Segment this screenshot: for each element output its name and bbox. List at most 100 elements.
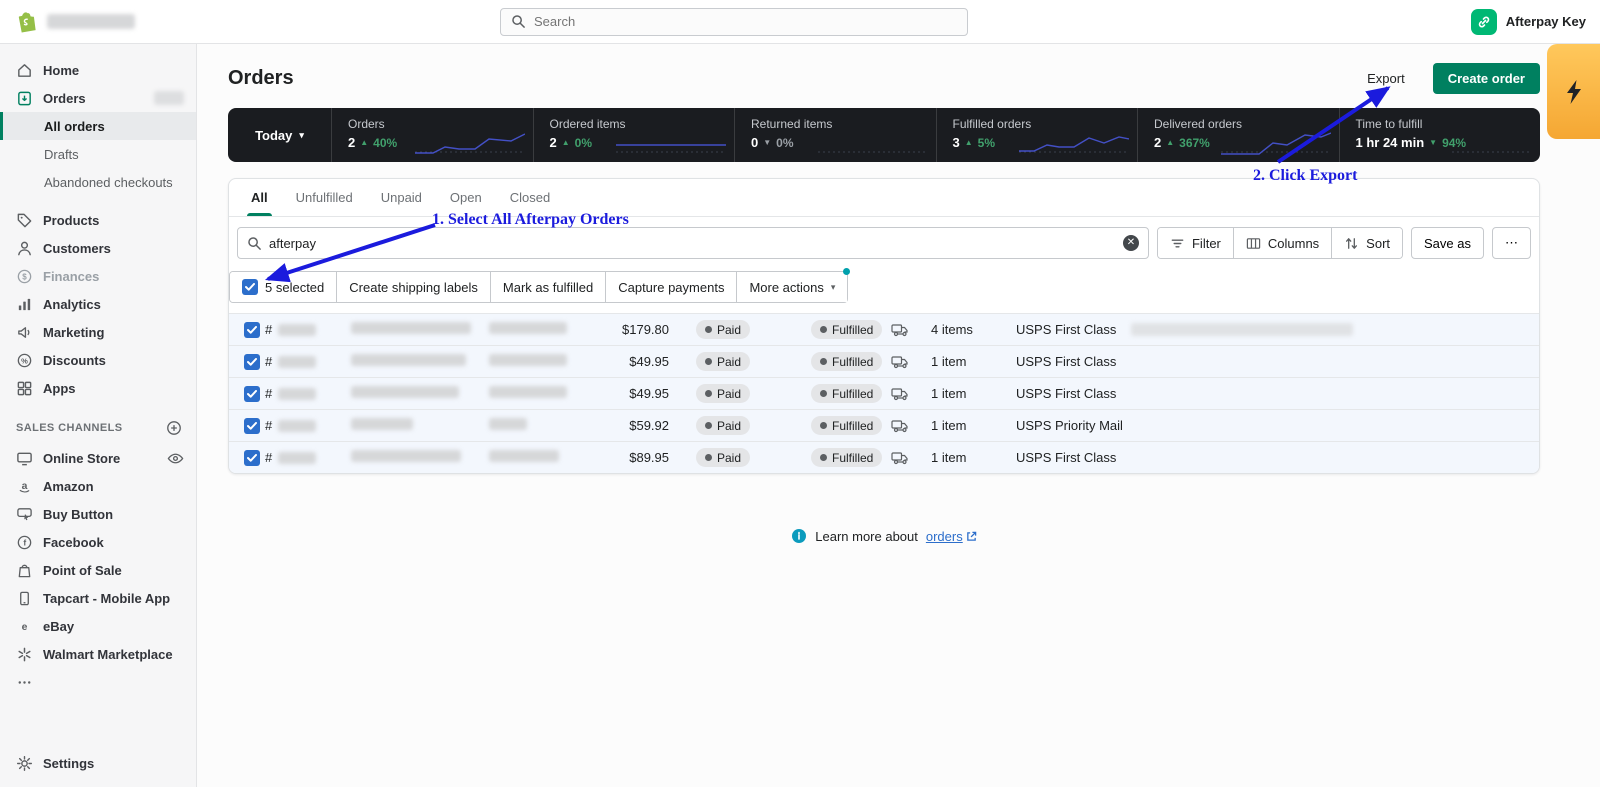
- sidebar-item-point-of-sale[interactable]: Point of Sale: [0, 556, 196, 584]
- order-total: $49.95: [589, 354, 669, 369]
- sidebar-item-drafts[interactable]: Drafts: [0, 140, 196, 168]
- payment-status-badge: Paid: [696, 352, 750, 371]
- search-icon: [511, 14, 526, 29]
- svg-text:%: %: [21, 356, 28, 365]
- sidebar-item-all-orders[interactable]: All orders: [0, 112, 196, 140]
- sidebar-item-apps[interactable]: Apps: [0, 374, 196, 402]
- order-total: $89.95: [589, 450, 669, 465]
- row-checkbox[interactable]: [244, 322, 260, 338]
- add-channel-icon[interactable]: [166, 420, 182, 436]
- items-count: 1 item: [931, 450, 1016, 465]
- preview-eye-icon[interactable]: [167, 450, 184, 467]
- delivery-truck-icon: [891, 419, 909, 433]
- row-checkbox[interactable]: [244, 418, 260, 434]
- sidebar-item-discounts[interactable]: % Discounts: [0, 346, 196, 374]
- svg-text:$: $: [22, 272, 27, 281]
- trend-up-icon: ▲: [1166, 139, 1174, 147]
- afterpay-key-widget[interactable]: Afterpay Key: [1471, 9, 1586, 35]
- sidebar-item-products[interactable]: Products: [0, 206, 196, 234]
- fulfillment-status-badge: Fulfilled: [811, 352, 882, 371]
- sidebar-item-abandoned-checkouts[interactable]: Abandoned checkouts: [0, 168, 196, 196]
- tab-open[interactable]: Open: [436, 179, 496, 216]
- trend-down-icon: ▼: [1429, 139, 1437, 147]
- marketing-icon: [16, 324, 33, 341]
- select-all-checkbox[interactable]: [242, 279, 258, 295]
- clear-search-icon[interactable]: ✕: [1123, 235, 1139, 251]
- row-checkbox[interactable]: [244, 386, 260, 402]
- sidebar-item-tapcart[interactable]: Tapcart - Mobile App: [0, 584, 196, 612]
- sidebar-item-amazon[interactable]: a Amazon: [0, 472, 196, 500]
- items-count: 4 items: [931, 322, 1016, 337]
- global-search[interactable]: [500, 8, 968, 36]
- filter-button[interactable]: Filter: [1158, 228, 1233, 258]
- row-checkbox[interactable]: [244, 354, 260, 370]
- table-row[interactable]: # $49.95 Paid Fulfilled 1 item USPS Firs…: [229, 377, 1539, 409]
- orders-learn-more-link[interactable]: orders: [926, 529, 977, 544]
- save-as-button[interactable]: Save as: [1411, 227, 1484, 259]
- period-selector[interactable]: Today ▾: [228, 108, 332, 162]
- bulk-actions-bar: 5 selected Create shipping labels Mark a…: [229, 265, 1539, 313]
- overflow-menu-button[interactable]: ⋯: [1492, 227, 1531, 259]
- sidebar-item-orders[interactable]: Orders: [0, 84, 196, 112]
- table-row[interactable]: # $59.92 Paid Fulfilled 1 item USPS Prio…: [229, 409, 1539, 441]
- customers-icon: [16, 240, 33, 257]
- export-button[interactable]: Export: [1367, 71, 1405, 86]
- customer-name-blurred: [489, 386, 567, 398]
- table-row[interactable]: # $89.95 Paid Fulfilled 1 item USPS Firs…: [229, 441, 1539, 473]
- svg-text:e: e: [22, 621, 28, 632]
- global-search-input[interactable]: [534, 14, 957, 29]
- sidebar-item-ebay[interactable]: e eBay: [0, 612, 196, 640]
- point-of-sale-icon: [16, 562, 33, 579]
- store-name-blurred: [47, 14, 135, 29]
- shipping-method: USPS Priority Mail: [1016, 418, 1131, 433]
- customer-name-blurred: [489, 450, 559, 462]
- sidebar-item-finances[interactable]: $ Finances: [0, 262, 196, 290]
- tab-unfulfilled[interactable]: Unfulfilled: [282, 179, 367, 216]
- tab-unpaid[interactable]: Unpaid: [367, 179, 436, 216]
- columns-button[interactable]: Columns: [1233, 228, 1331, 258]
- facebook-icon: f: [16, 534, 33, 551]
- table-row[interactable]: # $179.80 Paid Fulfilled 4 items USPS Fi…: [229, 313, 1539, 345]
- buy-button-icon: [16, 506, 33, 523]
- tab-closed[interactable]: Closed: [496, 179, 564, 216]
- extension-flash-tab[interactable]: [1547, 44, 1600, 139]
- sidebar-item-customers[interactable]: Customers: [0, 234, 196, 262]
- tab-all[interactable]: All: [237, 179, 282, 216]
- sidebar-item-analytics[interactable]: Analytics: [0, 290, 196, 318]
- metric-time-to-fulfill: Time to fulfill 1 hr 24 min▼94%: [1340, 108, 1541, 162]
- trend-up-icon: ▲: [360, 139, 368, 147]
- sidebar-item-online-store[interactable]: Online Store: [0, 444, 196, 472]
- capture-payments-button[interactable]: Capture payments: [605, 272, 736, 302]
- orders-search-box[interactable]: ✕: [237, 227, 1149, 259]
- mark-as-fulfilled-button[interactable]: Mark as fulfilled: [490, 272, 605, 302]
- status-dot: [820, 422, 827, 429]
- ebay-icon: e: [16, 618, 33, 635]
- more-actions-button[interactable]: More actions▾: [736, 272, 847, 302]
- sidebar-item-settings[interactable]: Settings: [0, 749, 196, 777]
- select-all-toggle[interactable]: 5 selected: [230, 272, 336, 302]
- sort-button[interactable]: Sort: [1331, 228, 1402, 258]
- orders-search-input[interactable]: [269, 236, 1116, 251]
- shopify-logo-icon: [14, 9, 39, 34]
- order-number-prefix: #: [265, 450, 272, 465]
- sidebar-item-facebook[interactable]: f Facebook: [0, 528, 196, 556]
- svg-text:f: f: [23, 537, 26, 547]
- sidebar-item-home[interactable]: Home: [0, 56, 196, 84]
- filter-toolbar: ✕ Filter Columns Sort Save as ⋯: [229, 217, 1539, 265]
- payment-status-badge: Paid: [696, 416, 750, 435]
- create-shipping-labels-button[interactable]: Create shipping labels: [336, 272, 490, 302]
- sidebar-item-marketing[interactable]: Marketing: [0, 318, 196, 346]
- sidebar-item-walmart[interactable]: Walmart Marketplace: [0, 640, 196, 668]
- sidebar-item-buy-button[interactable]: Buy Button: [0, 500, 196, 528]
- view-controls-group: Filter Columns Sort: [1157, 227, 1403, 259]
- search-icon: [247, 236, 262, 251]
- table-row[interactable]: # $49.95 Paid Fulfilled 1 item USPS Firs…: [229, 345, 1539, 377]
- store-brand[interactable]: [14, 9, 254, 34]
- order-number-prefix: #: [265, 386, 272, 401]
- fulfillment-status-badge: Fulfilled: [811, 416, 882, 435]
- sidebar-more-channels[interactable]: [0, 668, 196, 696]
- sidebar: Home Orders All orders Drafts Abandoned …: [0, 44, 197, 787]
- row-checkbox[interactable]: [244, 450, 260, 466]
- create-order-button[interactable]: Create order: [1433, 63, 1540, 94]
- order-date-blurred: [351, 354, 466, 366]
